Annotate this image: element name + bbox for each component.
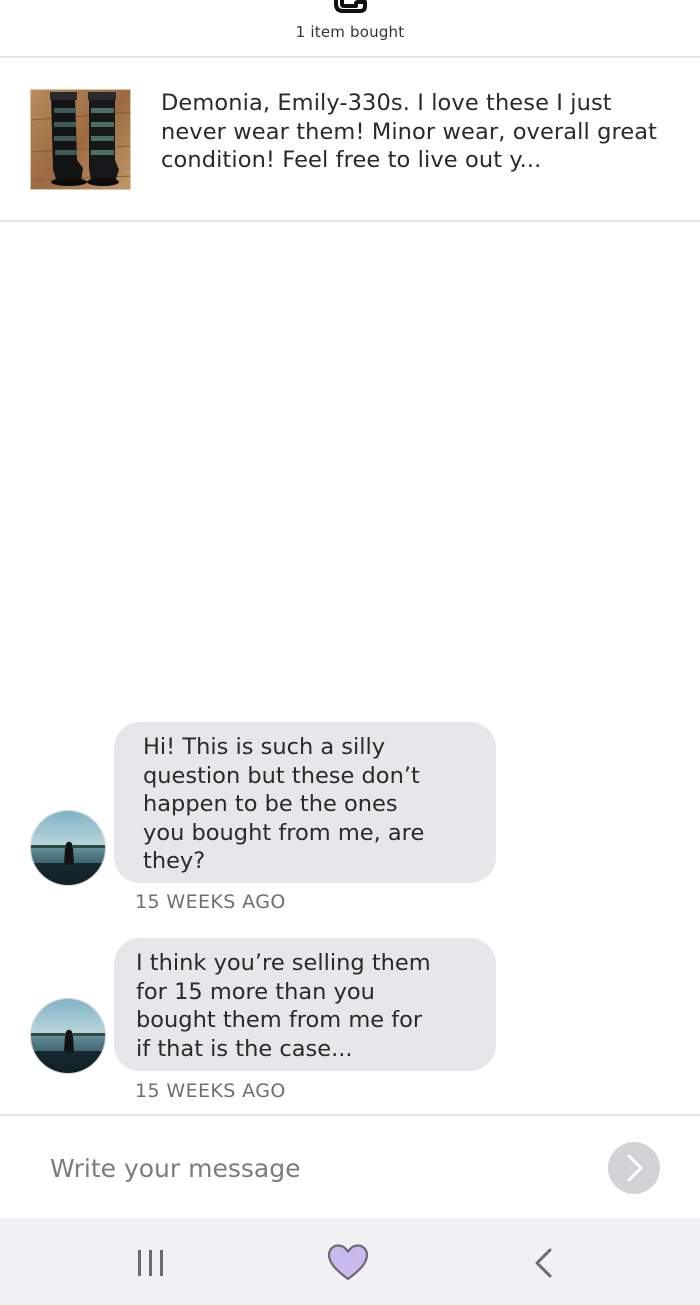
message-timestamp: 15 WEEKS AGO [135, 1080, 286, 1102]
message-line: I think you’re selling them [136, 950, 431, 976]
send-button[interactable] [608, 1142, 660, 1194]
message-timestamp: 15 WEEKS AGO [135, 891, 286, 913]
message-line: for 15 more than you [136, 978, 375, 1005]
system-nav-bar [0, 1218, 700, 1305]
product-description[interactable]: Demonia, Emily-330s. I love these I just… [161, 89, 681, 175]
message-line: they? [143, 848, 206, 874]
profile-photo-woman-in-water [31, 811, 105, 885]
shopping-bag-icon [334, 0, 367, 13]
message-line: question but these don’t [143, 762, 420, 789]
sender-avatar[interactable] [30, 998, 106, 1074]
message-line: you bought from me, are [143, 819, 425, 846]
top-header: 1 item bought [0, 0, 700, 58]
boots-photo [31, 90, 130, 189]
profile-photo-woman-in-water [31, 999, 105, 1073]
back-chevron-icon[interactable] [528, 1245, 558, 1281]
message-input[interactable] [50, 1146, 570, 1190]
message-line: happen to be the ones [143, 791, 398, 817]
chevron-right-icon [627, 1154, 643, 1182]
message-bubble[interactable]: I think you’re selling them for 15 more … [114, 938, 496, 1071]
heart-icon[interactable] [326, 1243, 370, 1283]
message-bubble[interactable]: Hi! This is such a silly question but th… [114, 722, 496, 883]
product-thumbnail[interactable] [30, 89, 131, 190]
message-composer [0, 1114, 700, 1218]
items-bought-label: 1 item bought [295, 23, 405, 41]
message-line: Hi! This is such a silly [143, 734, 386, 760]
product-summary[interactable]: Demonia, Emily-330s. I love these I just… [0, 58, 700, 222]
message-line: bought them from me for [136, 1007, 423, 1033]
sender-avatar[interactable] [30, 810, 106, 886]
recent-apps-icon[interactable] [133, 1247, 169, 1279]
message-line: if that is the case... [136, 1035, 353, 1062]
